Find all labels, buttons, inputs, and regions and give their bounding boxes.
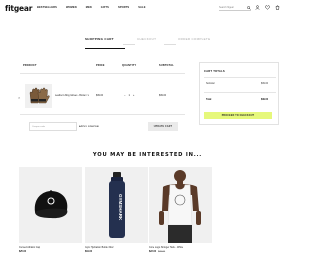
cap-image [34, 190, 67, 219]
product-card-price: $25.00 [19, 251, 82, 253]
cart-totals-panel: CART TOTALS Subtotal $39.00 Total $39.00… [199, 62, 279, 125]
tank-model-image [159, 170, 201, 243]
subtotal-value: $39.00 [260, 83, 268, 85]
product-card[interactable]: Core Logo Stringer Tank - White $22.00 $3… [149, 167, 212, 253]
apply-coupon-button[interactable]: APPLY COUPON [79, 122, 99, 131]
site-logo[interactable]: fitgear [5, 4, 32, 13]
price-current: $19.00 [85, 250, 93, 253]
subtotal-label: Subtotal [206, 83, 215, 85]
product-card[interactable]: Curved Athletic Cap $25.00 [19, 167, 82, 253]
price-current: $22.00 [149, 250, 157, 253]
coupon-input[interactable]: Coupon code [29, 122, 77, 131]
step-divider [164, 44, 176, 45]
nav-item-men[interactable]: MEN [86, 6, 92, 9]
product-card-name[interactable]: Core Logo Stringer Tank - White [149, 246, 212, 249]
price-current: $25.00 [19, 250, 27, 253]
quantity-stepper: – 1 + [124, 94, 134, 97]
product-card-image[interactable] [19, 167, 82, 243]
total-value: $39.00 [260, 99, 268, 101]
nav-item-bestsellers[interactable]: BESTSELLERS [37, 6, 57, 9]
nav-item-sports[interactable]: SPORTS [118, 6, 129, 9]
gloves-image [29, 87, 50, 104]
header-icons [255, 5, 280, 10]
total-label: Total [206, 99, 212, 101]
product-card-price: $22.00 $30.00 [149, 251, 212, 253]
col-price: PRICE [96, 64, 105, 67]
product-card-price: $19.00 [85, 251, 148, 253]
step-order-complete[interactable]: ORDER COMPLETE [178, 37, 210, 41]
qty-decrease-button[interactable]: – [124, 94, 125, 97]
coupon-placeholder: Coupon code [32, 125, 46, 128]
product-card-image[interactable]: GYMSHARK [85, 167, 148, 243]
qty-increase-button[interactable]: + [133, 94, 135, 97]
step-shopping-cart[interactable]: SHOPPING CART [85, 37, 114, 41]
cart-totals-title: CART TOTALS [204, 70, 225, 73]
price-old: $30.00 [158, 250, 166, 253]
recommendations-title: YOU MAY BE INTERESTED IN... [92, 152, 203, 158]
nav-item-gifts[interactable]: GIFTS [101, 6, 109, 9]
cart-icon[interactable] [275, 5, 280, 10]
step-divider [123, 44, 135, 45]
product-card-name[interactable]: Curved Athletic Cap [19, 246, 82, 249]
search-icon [247, 5, 251, 10]
cart-item-price: $39.00 [96, 95, 104, 97]
nav-item-sale[interactable]: SALE [138, 6, 145, 9]
col-quantity: QUANTITY [122, 64, 137, 67]
bottle-image: GYMSHARK [108, 172, 125, 238]
update-cart-button[interactable]: UPDATE CART [148, 122, 178, 131]
site-header: fitgear BESTSELLERS WOMEN MEN GIFTS SPOR… [0, 0, 295, 18]
product-card-name[interactable]: Gym Hydration Bottle 32oz [85, 246, 148, 249]
qty-value[interactable]: 1 [128, 94, 129, 97]
main-nav: BESTSELLERS WOMEN MEN GIFTS SPORTS SALE [37, 6, 146, 9]
search-placeholder: Search fitgear [219, 6, 234, 9]
col-subtotal: SUBTOTAL [159, 64, 174, 67]
wishlist-icon[interactable] [265, 5, 270, 10]
nav-item-women[interactable]: WOMEN [66, 6, 77, 9]
col-product: PRODUCT [23, 64, 37, 67]
checkout-steps: SHOPPING CART CHECKOUT ORDER COMPLETE [75, 36, 245, 50]
remove-item-button[interactable]: × [18, 95, 20, 100]
product-thumbnail[interactable] [25, 84, 52, 108]
product-card-image[interactable] [149, 167, 212, 243]
account-icon[interactable] [255, 5, 260, 10]
cart-table-header: PRODUCT PRICE QUANTITY SUBTOTAL [20, 64, 187, 70]
step-checkout[interactable]: CHECKOUT [137, 37, 156, 41]
step-line-active [85, 48, 125, 49]
cart-item-name[interactable]: Leather Lifting Gloves - Brown / L [55, 95, 89, 97]
search-input[interactable]: Search fitgear [219, 5, 251, 11]
cart-item-subtotal: $39.00 [159, 95, 167, 97]
product-card[interactable]: GYMSHARK Gym Hydration Bottle 32oz $19.0… [85, 167, 148, 253]
bottle-label: GYMSHARK [118, 194, 123, 221]
proceed-to-checkout-button[interactable]: PROCEED TO CHECKOUT [204, 112, 272, 119]
